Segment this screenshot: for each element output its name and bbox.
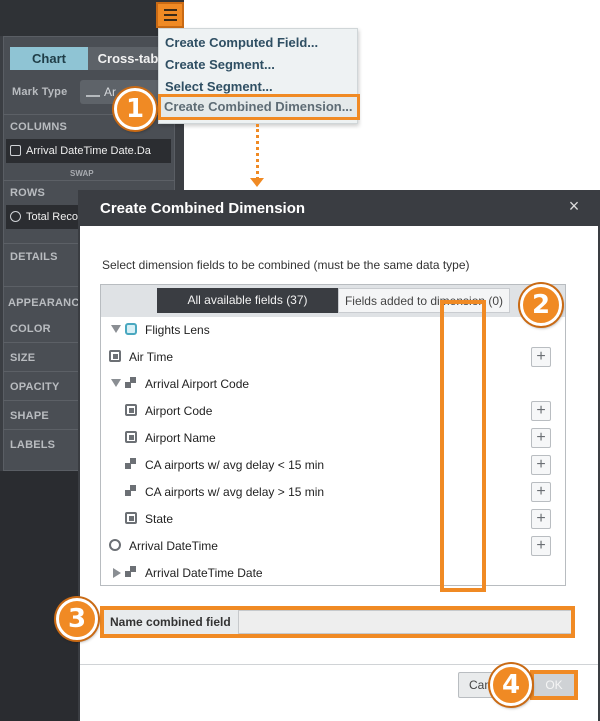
column-field-pill[interactable]: Arrival DateTime Date.Da bbox=[6, 139, 171, 163]
tab-cross-tab[interactable]: Cross-tab bbox=[88, 47, 168, 70]
field-rows: Flights Lens Air Time + Arrival Airport Cod… bbox=[101, 317, 565, 585]
labels-label[interactable]: LABELS bbox=[10, 439, 55, 451]
calendar-icon bbox=[10, 145, 21, 156]
stack-field-icon bbox=[125, 404, 137, 416]
lens-field-icon bbox=[125, 323, 137, 335]
callout-4: 4 bbox=[490, 664, 532, 706]
name-combined-field-input[interactable] bbox=[238, 610, 571, 634]
field-label: CA airports w/ avg delay < 15 min bbox=[145, 458, 325, 472]
add-field-button[interactable]: + bbox=[531, 347, 551, 367]
size-label[interactable]: SIZE bbox=[10, 352, 35, 364]
arrow-head-icon bbox=[250, 178, 264, 187]
field-label: CA airports w/ avg delay > 15 min bbox=[145, 485, 325, 499]
field-label: Flights Lens bbox=[145, 323, 210, 337]
tab-chart[interactable]: Chart bbox=[10, 47, 88, 70]
field-label: Airport Name bbox=[145, 431, 216, 445]
combo-field-icon bbox=[125, 485, 137, 497]
mark-type-label: Mark Type bbox=[12, 86, 68, 98]
tab-all-available-fields[interactable]: All available fields (37) bbox=[157, 288, 338, 313]
combo-field-icon bbox=[125, 377, 137, 389]
callout-2: 2 bbox=[520, 284, 562, 326]
field-label: Airport Code bbox=[145, 404, 213, 418]
add-field-button[interactable]: + bbox=[531, 482, 551, 502]
add-field-button[interactable]: + bbox=[531, 455, 551, 475]
field-label: Arrival Airport Code bbox=[145, 377, 250, 391]
opacity-label[interactable]: OPACITY bbox=[10, 381, 59, 393]
close-icon[interactable]: × bbox=[564, 196, 584, 216]
menu-icon bbox=[164, 9, 177, 11]
expand-icon[interactable] bbox=[113, 568, 121, 578]
row-field-pill[interactable]: Total Reco bbox=[6, 205, 80, 229]
menu-item-select-segment[interactable]: Select Segment... bbox=[165, 79, 273, 94]
collapse-icon[interactable] bbox=[111, 379, 121, 387]
color-label[interactable]: COLOR bbox=[10, 323, 51, 335]
callout-1: 1 bbox=[114, 88, 156, 130]
rows-label: ROWS bbox=[10, 187, 46, 199]
add-field-button[interactable]: + bbox=[531, 509, 551, 529]
mark-type-value: Ar bbox=[104, 85, 116, 99]
add-field-button[interactable]: + bbox=[531, 428, 551, 448]
combo-field-icon bbox=[125, 458, 137, 470]
combo-field-icon bbox=[125, 566, 137, 578]
clock-field-icon bbox=[109, 539, 121, 551]
menu-item-create-segment[interactable]: Create Segment... bbox=[165, 57, 275, 72]
field-label: Arrival DateTime Date bbox=[145, 566, 263, 580]
stack-field-icon bbox=[125, 431, 137, 443]
menu-item-label: Create Combined Dimension... bbox=[164, 99, 353, 114]
row-field-label: Total Reco bbox=[26, 211, 78, 223]
field-list-tabs: All available fields (37) Fields added t… bbox=[101, 285, 565, 317]
details-label: DETAILS bbox=[10, 251, 58, 263]
name-combined-field-label: Name combined field bbox=[110, 615, 231, 629]
menu-item-create-computed-field[interactable]: Create Computed Field... bbox=[165, 35, 318, 50]
menu-icon-line bbox=[164, 19, 177, 21]
callout-3: 3 bbox=[56, 598, 98, 640]
field-list: All available fields (37) Fields added t… bbox=[100, 284, 566, 586]
dotted-arrow bbox=[256, 124, 259, 180]
create-combined-dimension-dialog: Create Combined Dimension × Select dimen… bbox=[78, 190, 600, 721]
divider bbox=[3, 180, 175, 181]
swap-button[interactable]: SWAP bbox=[70, 169, 94, 178]
menu-icon-line bbox=[164, 14, 177, 16]
columns-label: COLUMNS bbox=[10, 121, 68, 133]
collapse-icon[interactable] bbox=[111, 325, 121, 333]
field-label: Air Time bbox=[129, 350, 174, 364]
appearance-label: APPEARANCE bbox=[8, 297, 88, 309]
add-buttons-highlight bbox=[440, 300, 486, 592]
stack-field-icon bbox=[125, 512, 137, 524]
footer-divider bbox=[80, 664, 598, 665]
more-options-button[interactable] bbox=[156, 2, 184, 28]
shape-label[interactable]: SHAPE bbox=[10, 410, 49, 422]
ok-button[interactable]: OK bbox=[530, 670, 578, 700]
add-field-button[interactable]: + bbox=[531, 536, 551, 556]
stack-field-icon bbox=[109, 350, 121, 362]
measure-icon bbox=[10, 211, 21, 222]
dialog-instruction: Select dimension fields to be combined (… bbox=[102, 258, 470, 272]
column-field-label: Arrival DateTime Date.Da bbox=[26, 145, 151, 157]
field-label: Arrival DateTime bbox=[129, 539, 218, 553]
dialog-title: Create Combined Dimension bbox=[100, 200, 306, 217]
add-field-button[interactable]: + bbox=[531, 401, 551, 421]
field-label: State bbox=[145, 512, 174, 526]
menu-item-create-combined-dimension[interactable]: Create Combined Dimension... bbox=[158, 94, 360, 120]
name-combined-field-row: Name combined field bbox=[100, 606, 575, 638]
area-chart-icon bbox=[86, 86, 100, 97]
